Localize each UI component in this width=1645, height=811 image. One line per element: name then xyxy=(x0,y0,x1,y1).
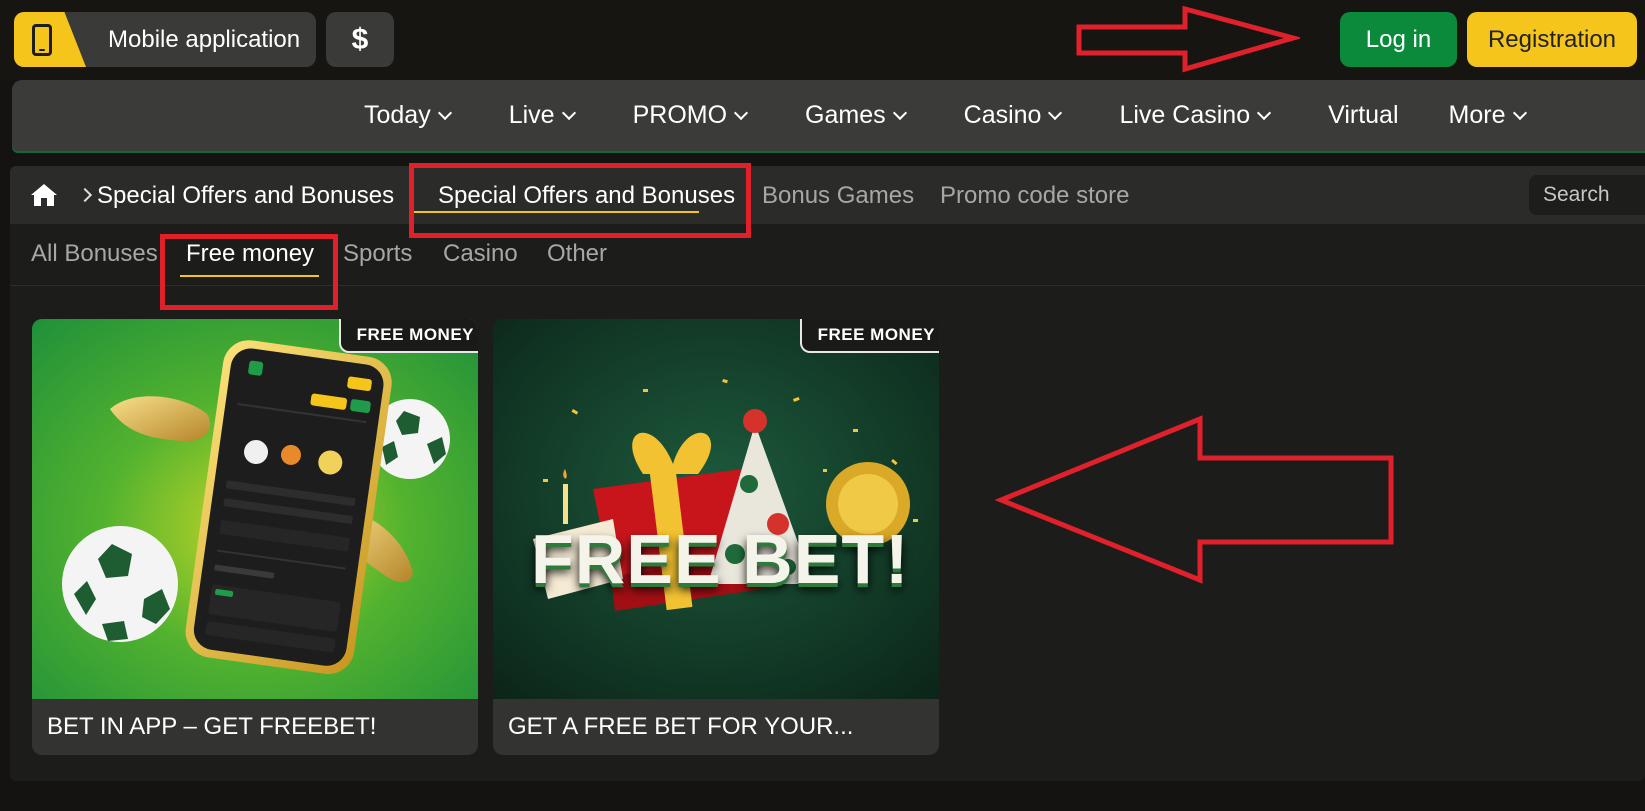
registration-button[interactable]: Registration xyxy=(1467,12,1637,67)
nav-item-label: Games xyxy=(805,101,886,129)
breadcrumb-current[interactable]: Special Offers and Bonuses xyxy=(97,182,394,210)
chevron-right-icon xyxy=(77,187,93,203)
nav-item-label: More xyxy=(1448,101,1506,129)
chevron-down-icon xyxy=(1048,105,1063,120)
nav-item-virtual[interactable]: Virtual xyxy=(1328,101,1398,130)
annotation-arrow-right-icon xyxy=(1076,5,1300,73)
nav-item-label: Live Casino xyxy=(1119,101,1251,129)
free-money-badge: FREE MONEY xyxy=(338,319,478,353)
top-bar: Mobile application $ Log in Registration xyxy=(0,0,1645,80)
nav-item-label: Live xyxy=(508,101,555,129)
chevron-down-icon xyxy=(1512,105,1527,120)
free-money-badge: FREE MONEY xyxy=(799,319,939,353)
chevron-down-icon xyxy=(561,105,576,120)
card-image-app-promo: FREE MONEY xyxy=(32,319,478,699)
card-image-free-bet: FREE BET! FREE MONEY xyxy=(493,319,939,699)
nav-item-label: Today xyxy=(364,101,431,129)
filter-other[interactable]: Other xyxy=(547,240,607,268)
login-button[interactable]: Log in xyxy=(1340,12,1457,67)
home-icon[interactable] xyxy=(30,182,58,208)
mobile-application-label: Mobile application xyxy=(108,25,301,53)
search-input[interactable]: Search xyxy=(1529,175,1645,215)
nav-item-promo[interactable]: PROMO xyxy=(632,101,749,130)
main-navigation: Today Live PROMO Games Casino Live Casin… xyxy=(12,80,1645,151)
annotation-box-offers-tab xyxy=(409,163,751,238)
filter-casino[interactable]: Casino xyxy=(443,240,518,268)
card-title: BET IN APP – GET FREEBET! xyxy=(47,713,377,740)
bonus-card[interactable]: FREE BET! FREE MONEY GET A FREE BET FOR … xyxy=(493,319,939,755)
annotation-box-free-money xyxy=(160,234,338,310)
filter-all-bonuses[interactable]: All Bonuses xyxy=(31,240,158,268)
sub-header: Special Offers and Bonuses Special Offer… xyxy=(10,166,1645,224)
tab-bonus-games[interactable]: Bonus Games xyxy=(762,182,914,210)
annotation-arrow-left-icon xyxy=(995,415,1394,584)
chevron-down-icon xyxy=(892,105,907,120)
mobile-application-button[interactable]: Mobile application xyxy=(14,12,316,67)
bonus-card[interactable]: FREE MONEY BET IN APP – GET FREEBET! xyxy=(32,319,478,755)
phone-icon-wrap xyxy=(14,12,86,67)
chevron-down-icon xyxy=(733,105,749,120)
nav-item-live[interactable]: Live xyxy=(508,101,576,130)
chevron-down-icon xyxy=(1257,105,1272,120)
free-bet-image-text: FREE BET! xyxy=(531,520,910,598)
nav-item-live-casino[interactable]: Live Casino xyxy=(1119,101,1272,130)
card-title: GET A FREE BET FOR YOUR... xyxy=(508,713,854,740)
currency-button[interactable]: $ xyxy=(326,12,394,67)
chevron-down-icon xyxy=(437,105,452,120)
nav-item-label: PROMO xyxy=(632,101,728,129)
nav-item-more[interactable]: More xyxy=(1448,101,1527,130)
nav-item-label: Virtual xyxy=(1328,101,1399,129)
phone-icon xyxy=(32,23,52,56)
filter-sports[interactable]: Sports xyxy=(343,240,412,268)
nav-item-label: Casino xyxy=(963,101,1042,129)
tab-promo-code-store[interactable]: Promo code store xyxy=(940,182,1129,210)
nav-item-casino[interactable]: Casino xyxy=(963,101,1063,130)
nav-item-games[interactable]: Games xyxy=(805,101,907,130)
nav-item-today[interactable]: Today xyxy=(364,101,452,130)
